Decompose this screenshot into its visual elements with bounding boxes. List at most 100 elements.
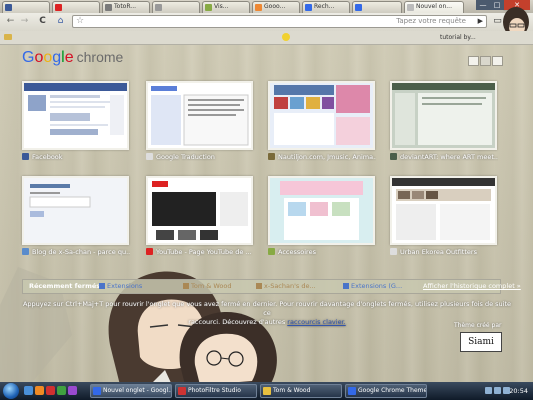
quick-launch-icon[interactable]	[35, 386, 44, 395]
go-icon[interactable]: ▶	[478, 16, 483, 27]
taskbar-label: Nouvel onglet - Googl...	[103, 387, 172, 394]
most-visited-title[interactable]: Blog de x-Sa-chan - parce qu...	[22, 248, 130, 256]
browser-tab[interactable]	[352, 1, 402, 13]
recently-closed-title: Récemment fermés	[29, 282, 101, 290]
search-placeholder: Tapez votre requête	[396, 17, 466, 25]
site-favicon-icon	[22, 153, 29, 160]
most-visited-thumbnail[interactable]	[22, 81, 129, 150]
back-button[interactable]: ←	[4, 15, 17, 28]
home-button[interactable]: ⌂	[54, 15, 67, 28]
system-tray-icon[interactable]	[494, 387, 501, 394]
most-visited-title[interactable]: deviantART: where ART meet...	[390, 153, 498, 161]
keyboard-shortcuts-link[interactable]: raccourcis clavier.	[287, 318, 345, 326]
browser-tab[interactable]	[2, 1, 50, 13]
closed-tab-favicon-icon	[343, 283, 349, 289]
closed-tab-favicon-icon	[183, 283, 189, 289]
browser-toolbar: ← → C ⌂ ☆ Tapez votre requête ▶ ▭ ✎	[0, 7, 533, 37]
bookmark-star-icon[interactable]: ☆	[76, 16, 84, 27]
most-visited-title[interactable]: Urban Ekorea Outfitters	[390, 248, 498, 256]
recently-closed-item[interactable]: Tom & Wood	[183, 280, 232, 293]
taskbar-button[interactable]: Nouvel onglet - Googl...	[90, 384, 172, 398]
tip-text: Appuyez sur Ctrl+Maj+T pour rouvrir l'on…	[22, 300, 512, 327]
recently-closed-label: Afficher l'historique complet »	[423, 282, 521, 290]
system-tray-icon[interactable]	[485, 387, 492, 394]
most-visited-label: Facebook	[32, 153, 63, 161]
site-favicon-icon	[390, 248, 397, 255]
browser-tab[interactable]: Rech...	[302, 1, 350, 13]
tab-favicon-icon	[5, 4, 12, 11]
compact-view-button[interactable]	[492, 56, 503, 66]
taskbar-clock[interactable]: 20:54	[509, 382, 528, 400]
most-visited-thumbnail[interactable]	[146, 81, 253, 150]
browser-tab[interactable]: Gooo...	[252, 1, 300, 13]
quick-launch-icon[interactable]	[68, 386, 77, 395]
browser-tab[interactable]	[152, 1, 200, 13]
forward-button[interactable]: →	[18, 15, 31, 28]
most-visited-title[interactable]: Google Traduction	[146, 153, 254, 161]
most-visited-thumbnail[interactable]	[146, 176, 253, 245]
thumbnail-view-button[interactable]	[468, 56, 479, 66]
taskbar-button[interactable]: Google Chrome Theme...	[345, 384, 427, 398]
system-tray-icon[interactable]	[503, 387, 510, 394]
quick-launch-icon[interactable]	[24, 386, 33, 395]
app-icon	[263, 387, 271, 395]
theme-credit: Thème créé par	[454, 322, 502, 329]
most-visited-title[interactable]: YouTube - Page YouTube de ...	[146, 248, 254, 256]
list-view-button[interactable]	[480, 56, 491, 66]
most-visited-thumbnail[interactable]	[390, 81, 497, 150]
closed-tab-favicon-icon	[99, 283, 105, 289]
app-icon	[178, 387, 186, 395]
most-visited-thumbnail[interactable]	[390, 176, 497, 245]
browser-tab[interactable]	[52, 1, 100, 13]
taskbar-button[interactable]: Tom & Wood	[260, 384, 342, 398]
address-bar[interactable]: ☆ Tapez votre requête ▶	[72, 15, 487, 28]
quick-launch-icon[interactable]	[57, 386, 66, 395]
most-visited-thumbnail[interactable]	[268, 176, 375, 245]
recently-closed-item[interactable]: x-Sachan's de...	[256, 280, 316, 293]
thumbnail-preview	[270, 83, 373, 148]
show-full-history-link[interactable]: Afficher l'historique complet »	[423, 280, 521, 293]
browser-tab[interactable]: Vis...	[202, 1, 250, 13]
start-button[interactable]	[3, 383, 19, 399]
browser-tab[interactable]: TotoR...	[102, 1, 150, 13]
most-visited-label: deviantART: where ART meet...	[400, 153, 498, 161]
most-visited-label: Google Traduction	[156, 153, 215, 161]
browser-tab[interactable]: Nouvel on...	[404, 1, 464, 13]
app-icon	[348, 387, 356, 395]
reload-button[interactable]: C	[36, 15, 49, 28]
taskbar-label: Tom & Wood	[273, 387, 311, 394]
folder-icon[interactable]	[4, 34, 12, 40]
taskbar-button[interactable]: PhotoFiltre Studio	[175, 384, 257, 398]
smiley-icon[interactable]	[282, 33, 290, 41]
thumbnail-preview	[270, 178, 373, 243]
site-favicon-icon	[146, 248, 153, 255]
most-visited-thumbnail[interactable]	[268, 81, 375, 150]
recently-closed-item[interactable]: Extensions	[99, 280, 142, 293]
tab-label: TotoR...	[114, 3, 137, 10]
site-favicon-icon	[22, 248, 29, 255]
taskbar-label: Google Chrome Theme...	[358, 387, 427, 394]
recently-closed-label: x-Sachan's de...	[264, 282, 316, 290]
thumbnail-preview	[392, 83, 495, 148]
quick-launch-icon[interactable]	[46, 386, 55, 395]
tab-favicon-icon	[355, 4, 362, 11]
recently-closed-item[interactable]: Extensions (G...	[343, 280, 402, 293]
recently-closed-label: Tom & Wood	[191, 282, 232, 290]
app-icon	[93, 387, 101, 395]
site-favicon-icon	[268, 248, 275, 255]
most-visited-title[interactable]: Nautiljon.com, Jmusic, Anima...	[268, 153, 376, 161]
recently-closed-bar: Récemment fermés Extensions Tom & Wood x-S…	[22, 279, 521, 294]
bookmark-item[interactable]: tutorial by...	[440, 31, 476, 44]
most-visited-title[interactable]: Facebook	[22, 153, 130, 161]
minimize-button[interactable]: —	[476, 0, 490, 10]
tab-favicon-icon	[55, 4, 62, 11]
tab-favicon-icon	[205, 4, 212, 11]
bookmarks-bar: tutorial by...	[0, 31, 533, 45]
thumbnail-preview	[24, 83, 127, 135]
most-visited-thumbnail[interactable]	[22, 176, 129, 245]
most-visited-title[interactable]: Accessoires	[268, 248, 376, 256]
google-chrome-logo: Google chrome	[22, 49, 124, 66]
most-visited-label: Accessoires	[278, 248, 316, 256]
new-tab-page: Google chrome Facebook Google Traduction Na…	[0, 45, 533, 382]
tip-line-2: raccourci. Découvrez d'autres	[188, 318, 286, 326]
